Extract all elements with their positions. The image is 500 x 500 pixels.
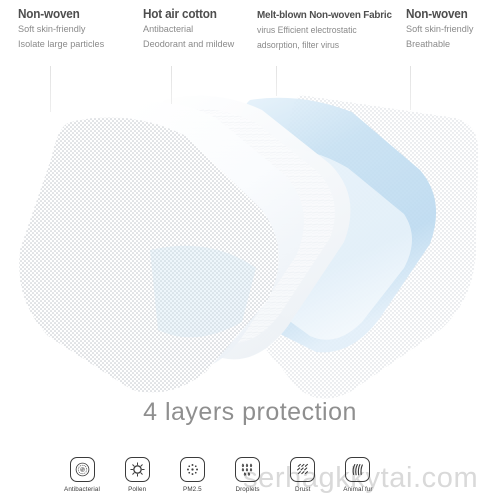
- feature-item-pm25: PM2.5: [170, 457, 214, 493]
- leader-line-4: [410, 66, 411, 110]
- droplets-icon: [235, 457, 261, 482]
- callout-line: Soft skin-friendly: [406, 24, 474, 35]
- callout-non-woven-inner: Non-woven Soft skin-friendly Breathable: [406, 6, 476, 52]
- leader-line-1: [50, 66, 51, 112]
- page-title: 4 layers protection: [143, 398, 357, 426]
- callout-title: Hot air cotton: [143, 7, 217, 21]
- pollen-icon: [124, 457, 150, 482]
- callout-non-woven-outer: Non-woven Soft skin-friendly Isolate lar…: [18, 6, 108, 52]
- leader-line-3: [276, 66, 277, 96]
- feature-item-animal-fur: Animal fur: [336, 457, 380, 493]
- feature-label: Pollen: [128, 486, 147, 493]
- leader-line-2: [171, 66, 172, 104]
- feature-item-pollen: Pollen: [115, 457, 159, 493]
- feature-item-droplets: Droplets: [226, 457, 270, 493]
- callout-title: Melt-blown Non-woven Fabric: [257, 9, 392, 21]
- callout-hot-air-cotton: Hot air cotton Antibacterial Deodorant a…: [143, 6, 238, 52]
- feature-label: Antibacterial: [64, 486, 100, 493]
- callout-line: Deodorant and mildew: [143, 39, 235, 50]
- callout-line: Breathable: [406, 39, 451, 50]
- callout-title: Non-woven: [18, 7, 80, 21]
- feature-label: Droplets: [235, 486, 260, 493]
- callout-line: adsorption, filter virus: [257, 40, 340, 50]
- dust-icon: [290, 457, 316, 482]
- feature-item-antibacterial: Antibacterial: [60, 457, 104, 493]
- feature-label: Animal fur: [343, 486, 373, 493]
- feature-label: PM2.5: [183, 486, 202, 493]
- feature-label: Drust: [294, 486, 311, 493]
- callout-line: Antibacterial: [143, 24, 194, 35]
- callout-line: virus Efficient electrostatic: [257, 25, 357, 35]
- feature-item-dust: Drust: [281, 457, 325, 493]
- pm25-icon: [179, 457, 205, 482]
- animal-fur-icon: [345, 457, 371, 482]
- callout-title: Non-woven: [406, 7, 468, 21]
- callout-melt-blown: Melt-blown Non-woven Fabric virus Effici…: [257, 7, 400, 53]
- callout-line: Soft skin-friendly: [18, 24, 86, 35]
- feature-icon-row: Antibacterial Pollen PM2.5 Droplets Drus…: [60, 457, 380, 493]
- callout-line: Isolate large particles: [18, 39, 105, 50]
- product-infographic: Non-woven Soft skin-friendly Isolate lar…: [0, 0, 500, 500]
- antibacterial-icon: [69, 457, 95, 482]
